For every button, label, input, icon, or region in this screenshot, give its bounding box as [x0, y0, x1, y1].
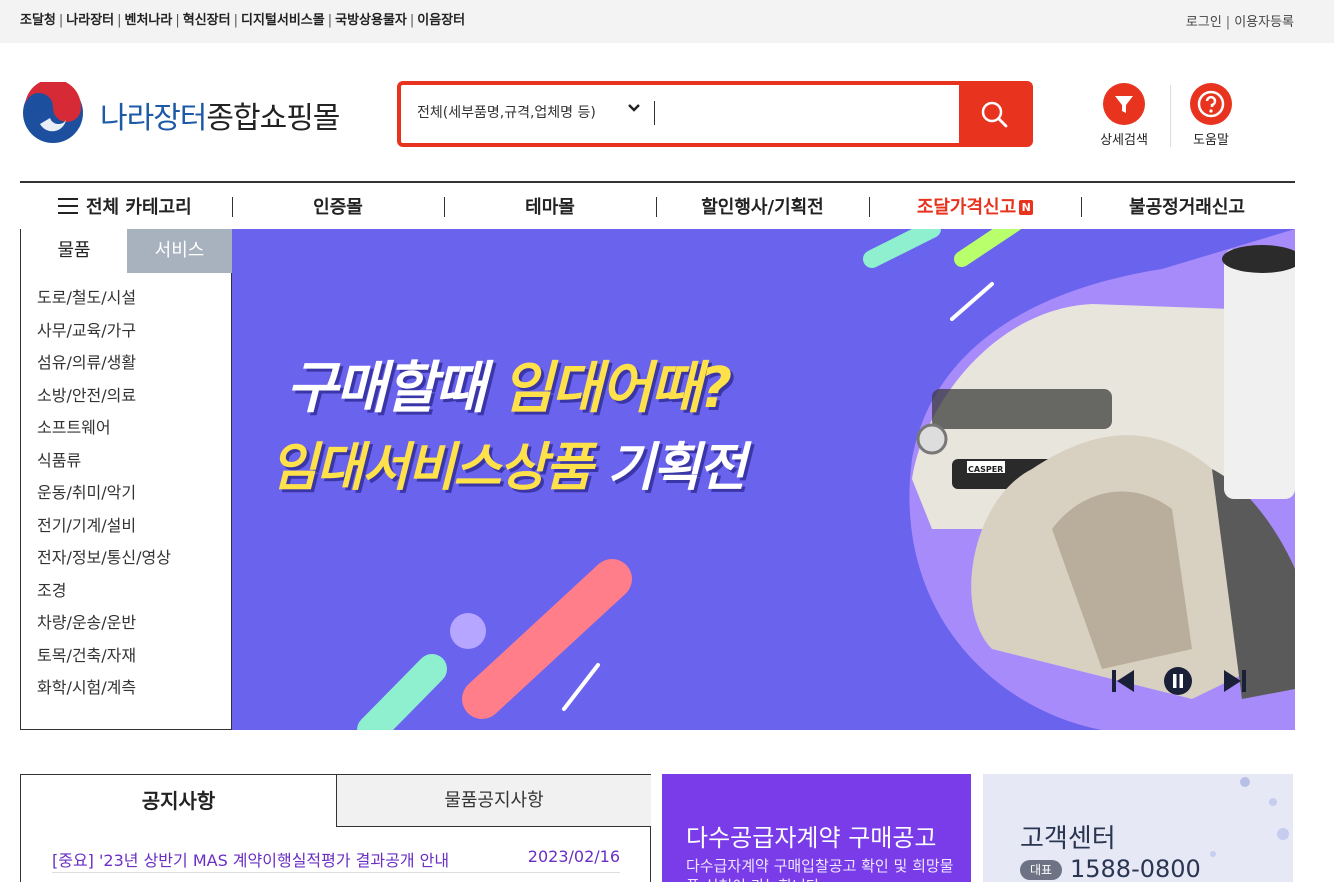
category-item[interactable]: 차량/운송/운반	[37, 609, 171, 642]
link-ieum[interactable]: 이음장터	[417, 13, 465, 28]
search-icon	[981, 101, 1008, 128]
car-badge: CASPER	[968, 465, 1004, 474]
banner-headline-1: 구매할때 임대어때?	[286, 356, 732, 421]
pause-slide-button[interactable]	[1163, 666, 1193, 696]
nav-certified-mall[interactable]: 인증몰	[232, 193, 444, 218]
tab-goods-notice[interactable]: 물품공지사항	[336, 775, 651, 827]
main-navigation: 전체 카테고리 인증몰 테마몰 할인행사/기획전 조달가격신고 N 불공정거래신고	[20, 181, 1295, 229]
nav-theme-mall[interactable]: 테마몰	[444, 193, 656, 218]
help-button[interactable]: 도움말	[1181, 83, 1241, 148]
link-defense[interactable]: 국방상용물자	[335, 13, 407, 28]
nav-price-report[interactable]: 조달가격신고 N	[869, 193, 1081, 218]
top-bar: 조달청 | 나라장터 | 벤처나라 | 혁신장터 | 디지털서비스몰 | 국방상용물자 | 이음장터 로…	[0, 0, 1334, 43]
help-icon	[1190, 83, 1232, 125]
link-naratender[interactable]: 나라장터	[66, 13, 114, 28]
site-logo[interactable]: 나라장터종합쇼핑몰	[20, 82, 370, 144]
notice-item[interactable]: [중요] '23년 상반기 MAS 계약이행실적평가 결과공개 안내 2023/…	[52, 847, 620, 871]
category-item[interactable]: 사무/교육/가구	[37, 317, 171, 350]
taegeuk-logo-icon	[23, 82, 83, 143]
logo-text: 나라장터종합쇼핑몰	[100, 101, 340, 136]
search-scope-select[interactable]: 전체(세부품명,규격,업체명 등)	[417, 102, 596, 122]
help-label: 도움말	[1193, 133, 1229, 148]
category-item[interactable]: 토목/건축/자재	[37, 642, 171, 675]
customer-center-phone: 1588-0800	[1070, 855, 1201, 882]
search-box: 전체(세부품명,규격,업체명 등)	[397, 81, 1033, 147]
mas-purchase-notice-card[interactable]: 다수공급자계약 구매공고 다수급자계약 구매입찰공고 확인 및 희망물품 신청이…	[662, 774, 971, 882]
category-item[interactable]: 소프트웨어	[37, 414, 171, 447]
category-item[interactable]: 도로/철도/시설	[37, 284, 171, 317]
category-item[interactable]: 섬유/의류/생활	[37, 349, 171, 382]
family-site-links: 조달청 | 나라장터 | 벤처나라 | 혁신장터 | 디지털서비스몰 | 국방상용물자 | 이음장터	[20, 13, 466, 28]
util-divider	[1170, 85, 1171, 147]
search-input[interactable]	[654, 101, 655, 125]
all-category-menu[interactable]: 전체 카테고리	[58, 193, 218, 218]
notice-divider	[52, 872, 620, 873]
next-slide-button[interactable]	[1220, 666, 1250, 696]
category-item[interactable]: 전자/정보/통신/영상	[37, 544, 171, 577]
register-link[interactable]: 이용자등록	[1234, 15, 1294, 30]
filter-icon	[1103, 83, 1145, 125]
nav-unfair-report[interactable]: 불공정거래신고	[1081, 193, 1293, 218]
category-item[interactable]: 조경	[37, 577, 171, 610]
prev-slide-button[interactable]	[1108, 666, 1138, 696]
hamburger-icon	[58, 198, 78, 214]
link-venture[interactable]: 벤처나라	[125, 13, 173, 28]
nav-events[interactable]: 할인행사/기획전	[656, 193, 869, 218]
tab-services[interactable]: 서비스	[127, 229, 232, 273]
main-banner[interactable]: 구매할때 임대어때? 임대서비스상품 기획전 CASPER	[232, 229, 1295, 730]
representative-badge: 대표	[1020, 860, 1062, 880]
new-badge: N	[1019, 200, 1034, 215]
skip-forward-icon	[1224, 670, 1246, 692]
notice-title: [중요] '23년 상반기 MAS 계약이행실적평가 결과공개 안내	[52, 851, 450, 870]
category-list: 도로/철도/시설 사무/교육/가구 섬유/의류/생활 소방/안전/의료 소프트웨…	[37, 284, 171, 707]
link-digital-service[interactable]: 디지털서비스몰	[241, 13, 325, 28]
category-item[interactable]: 운동/취미/악기	[37, 479, 171, 512]
mas-title: 다수공급자계약 구매공고	[686, 824, 937, 852]
link-innovation[interactable]: 혁신장터	[183, 13, 231, 28]
notice-board: 공지사항 물품공지사항 [중요] '23년 상반기 MAS 계약이행실적평가 결…	[20, 774, 651, 882]
tab-goods[interactable]: 물품	[21, 229, 127, 273]
skip-back-icon	[1112, 670, 1134, 692]
detail-search-label: 상세검색	[1100, 133, 1148, 148]
category-panel: 물품 서비스 도로/철도/시설 사무/교육/가구 섬유/의류/생활 소방/안전/…	[20, 229, 232, 730]
customer-center-title: 고객센터	[1020, 824, 1116, 854]
login-link[interactable]: 로그인	[1186, 15, 1222, 30]
banner-headline-2: 임대서비스상품 기획전	[270, 438, 747, 498]
category-item[interactable]: 전기/기계/설비	[37, 512, 171, 545]
category-item[interactable]: 식품류	[37, 447, 171, 480]
chevron-down-icon[interactable]	[627, 100, 641, 119]
pause-icon	[1164, 667, 1192, 695]
category-item[interactable]: 화학/시험/계측	[37, 674, 171, 707]
customer-center-card[interactable]: 고객센터 대표 1588-0800	[983, 774, 1293, 882]
mas-description: 다수급자계약 구매입찰공고 확인 및 희망물품 신청이 가능합니다	[686, 857, 954, 882]
link-pps[interactable]: 조달청	[20, 13, 56, 28]
notice-date: 2023/02/16	[527, 847, 620, 866]
detail-search-button[interactable]: 상세검색	[1094, 83, 1154, 148]
tab-notice[interactable]: 공지사항	[21, 775, 336, 827]
search-button[interactable]	[959, 85, 1029, 143]
category-item[interactable]: 소방/안전/의료	[37, 382, 171, 415]
account-links: 로그인 | 이용자등록	[1185, 15, 1294, 30]
